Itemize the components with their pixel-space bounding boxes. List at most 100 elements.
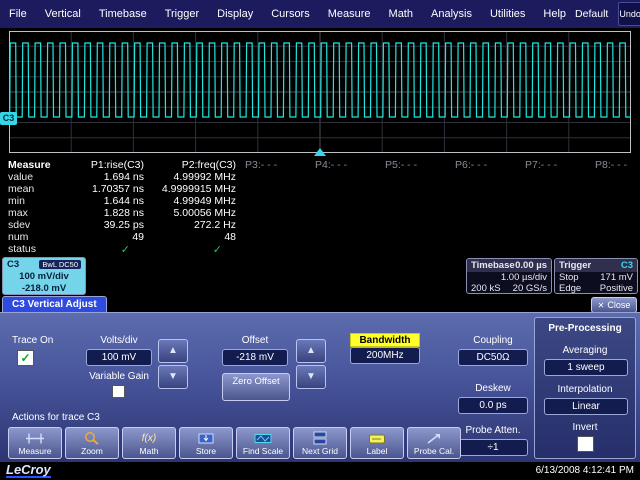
probe-atten-value[interactable]: ÷1 [458, 439, 528, 456]
row-label: min [8, 195, 25, 207]
row-label: num [8, 231, 28, 243]
row-p1-value: 1.828 ns [66, 207, 144, 219]
find-scale-action-button[interactable]: Find Scale [236, 427, 290, 459]
trigger-descriptor-box[interactable]: Trigger C3 Stop 171 mV Edge Positive [554, 258, 638, 294]
menu-item-math[interactable]: Math [380, 0, 422, 28]
measure-header-p7[interactable]: P7:- - - [525, 159, 575, 171]
next-grid-action-button[interactable]: Next Grid [293, 427, 347, 459]
bandwidth-label: Bandwidth [350, 333, 420, 347]
measure-icon [24, 431, 46, 445]
close-button-label: Close [607, 300, 630, 310]
volts-div-decrease-button[interactable]: ▼ [158, 365, 188, 389]
probe-cal-action-button[interactable]: Probe Cal. [407, 427, 461, 459]
row-p1-value: 1.694 ns [66, 171, 144, 183]
oscilloscope-screen: { "icons": { "undo": "↶", "close": "✕", … [0, 0, 640, 480]
timebase-samples: 200 kS [471, 283, 501, 294]
measure-row-num: num 49 48 [0, 231, 640, 243]
row-p1-value: 1.644 ns [66, 195, 144, 207]
math-fx-icon: f(x) [142, 431, 156, 445]
math-action-button[interactable]: f(x) Math [122, 427, 176, 459]
c3-ground-marker[interactable]: C3 [0, 112, 17, 125]
offset-decrease-button[interactable]: ▼ [296, 365, 326, 389]
row-label: value [8, 171, 33, 183]
measure-header-p4[interactable]: P4:- - - [315, 159, 365, 171]
zero-offset-button[interactable]: Zero Offset [222, 373, 290, 401]
actions-for-trace-label: Actions for trace C3 [12, 412, 100, 423]
label-tag-icon [367, 431, 387, 445]
c3-offset-readout: -218.0 mV [3, 283, 85, 295]
trigger-position-marker[interactable] [314, 148, 326, 156]
timebase-descriptor-name: Timebase [471, 260, 515, 271]
c3-descriptor-box[interactable]: C3 BwL DC50 100 mV/div -218.0 mV [2, 257, 86, 295]
c3-descriptor-name: C3 [7, 259, 19, 270]
menu-item-file[interactable]: File [0, 0, 36, 28]
bandwidth-value[interactable]: 200MHz [350, 347, 420, 364]
menu-item-utilities[interactable]: Utilities [481, 0, 534, 28]
menu-item-timebase[interactable]: Timebase [90, 0, 156, 28]
timebase-position: 0.00 µs [515, 260, 547, 271]
trace-on-label: Trace On [12, 335, 53, 346]
zoom-action-button[interactable]: Zoom [65, 427, 119, 459]
measure-row-min: min 1.644 ns 4.99949 MHz [0, 195, 640, 207]
status-check-p1: ✓ [66, 243, 144, 256]
menu-item-cursors[interactable]: Cursors [262, 0, 319, 28]
action-button-label: Store [196, 446, 216, 456]
action-button-label: Measure [18, 446, 51, 456]
status-check-p2: ✓ [148, 243, 236, 256]
measure-row-max: max 1.828 ns 5.00056 MHz [0, 207, 640, 219]
invert-checkbox[interactable] [577, 436, 594, 452]
undo-button[interactable]: Undo ↶ [618, 2, 640, 26]
store-action-button[interactable]: Store [179, 427, 233, 459]
deskew-value[interactable]: 0.0 ps [458, 397, 528, 414]
volts-div-label: Volts/div [86, 335, 152, 346]
action-button-label: Math [140, 446, 159, 456]
interpolation-value[interactable]: Linear [544, 398, 628, 415]
menu-item-help[interactable]: Help [534, 0, 575, 28]
offset-value[interactable]: -218 mV [222, 349, 288, 366]
measure-header-p2[interactable]: P2:freq(C3) [148, 159, 236, 171]
timebase-sample-rate: 20 GS/s [513, 283, 547, 294]
trigger-mode: Stop [559, 272, 579, 283]
tab-c3-vertical-adjust[interactable]: C3 Vertical Adjust [2, 296, 107, 313]
action-button-label: Next Grid [302, 446, 338, 456]
timebase-descriptor-box[interactable]: Timebase 0.00 µs 1.00 µs/div 200 kS 20 G… [466, 258, 552, 294]
down-arrow-icon: ▼ [168, 371, 178, 382]
measure-action-button[interactable]: Measure [8, 427, 62, 459]
measure-row-mean: mean 1.70357 ns 4.9999915 MHz [0, 183, 640, 195]
close-button[interactable]: ✕ Close [591, 297, 637, 313]
menu-item-vertical[interactable]: Vertical [36, 0, 90, 28]
measure-header-p6[interactable]: P6:- - - [455, 159, 505, 171]
measure-header-p8[interactable]: P8:- - - [595, 159, 640, 171]
timebase-scale: 1.00 µs/div [471, 272, 547, 283]
measure-row-value: value 1.694 ns 4.99992 MHz [0, 171, 640, 183]
menu-item-measure[interactable]: Measure [319, 0, 380, 28]
measure-header-p3[interactable]: P3:- - - [245, 159, 295, 171]
default-setup-label[interactable]: Default [575, 8, 608, 20]
menu-item-trigger[interactable]: Trigger [156, 0, 208, 28]
volts-div-value[interactable]: 100 mV [86, 349, 152, 366]
measure-header-p1[interactable]: P1:rise(C3) [66, 159, 144, 171]
measure-row-sdev: sdev 39.25 ps 272.2 Hz [0, 219, 640, 231]
pre-processing-title: Pre-Processing [535, 323, 635, 334]
menu-item-analysis[interactable]: Analysis [422, 0, 481, 28]
averaging-value[interactable]: 1 sweep [544, 359, 628, 376]
waveform-display: C3 [0, 28, 640, 157]
down-arrow-icon: ▼ [306, 371, 316, 382]
row-label: sdev [8, 219, 30, 231]
label-action-button[interactable]: Label [350, 427, 404, 459]
offset-increase-button[interactable]: ▲ [296, 339, 326, 363]
measure-table: Measure P1:rise(C3) P2:freq(C3) P3:- - -… [0, 157, 640, 257]
undo-button-label: Undo [619, 9, 640, 19]
pre-processing-panel: Pre-Processing Averaging 1 sweep Interpo… [534, 317, 636, 459]
find-scale-icon [253, 431, 273, 445]
trace-on-checkbox[interactable]: ✓ [17, 350, 34, 366]
deskew-label: Deskew [458, 383, 528, 394]
row-p1-value: 49 [66, 231, 144, 243]
volts-div-increase-button[interactable]: ▲ [158, 339, 188, 363]
checkmark-icon: ✓ [20, 351, 30, 365]
menu-item-display[interactable]: Display [208, 0, 262, 28]
action-button-label: Zoom [81, 446, 103, 456]
variable-gain-checkbox[interactable] [112, 385, 125, 398]
measure-header-p5[interactable]: P5:- - - [385, 159, 435, 171]
coupling-value[interactable]: DC50Ω [458, 349, 528, 366]
